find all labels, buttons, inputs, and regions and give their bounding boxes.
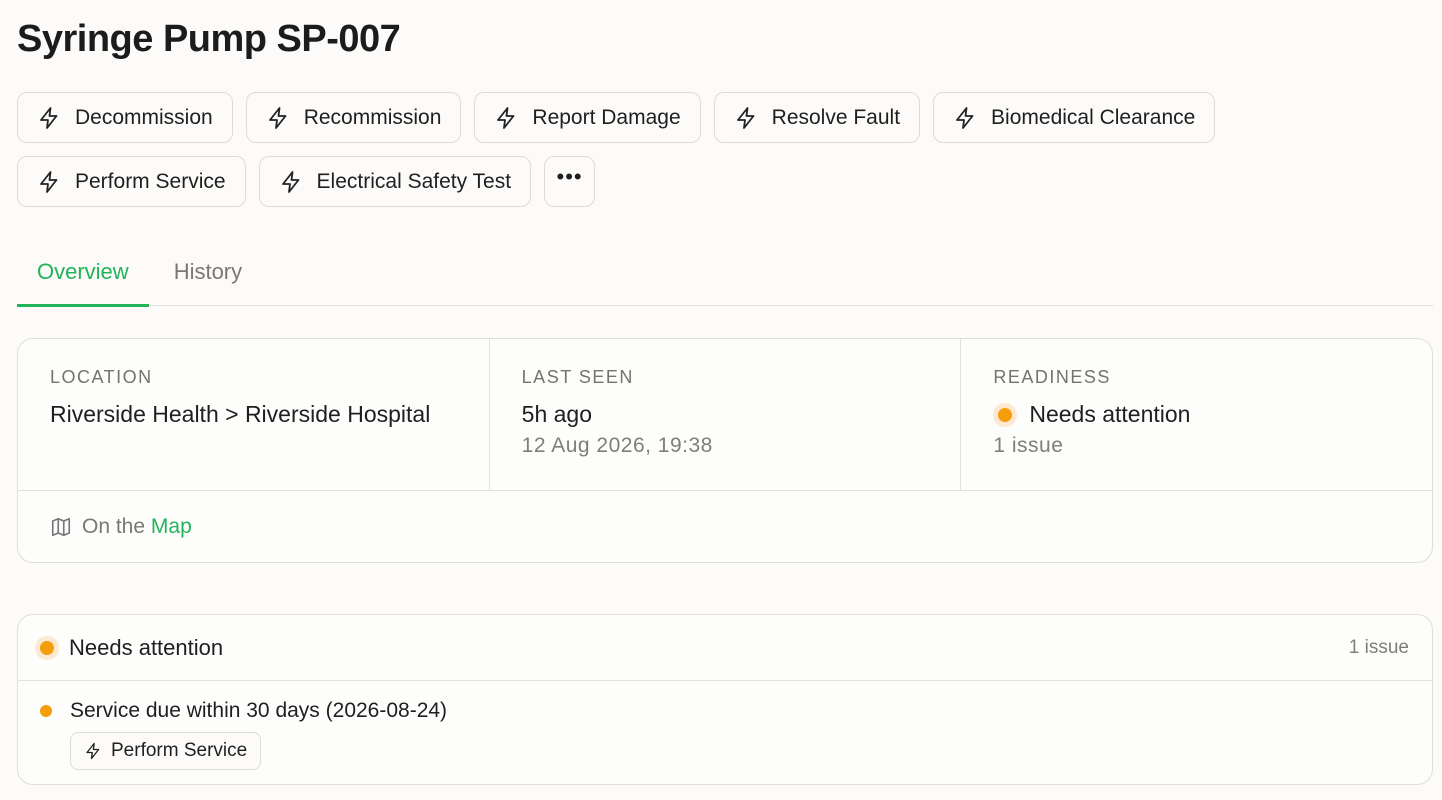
location-label: LOCATION (50, 367, 153, 387)
tab-bar: Overview History (17, 238, 1433, 307)
more-icon: ••• (556, 163, 583, 189)
lightning-icon (281, 170, 299, 193)
map-icon (51, 517, 71, 537)
more-actions-button[interactable]: ••• (544, 156, 596, 207)
issue-text: Service due within 30 days (2026-08-24) (70, 699, 448, 722)
map-row: On the Map (18, 491, 1432, 562)
biomedical-clearance-label: Biomedical Clearance (991, 105, 1196, 129)
resolve-fault-label: Resolve Fault (771, 105, 901, 129)
location-section: LOCATION Riverside Health > Riverside Ho… (18, 339, 490, 490)
decommission-button[interactable]: Decommission (17, 92, 233, 143)
resolve-fault-button[interactable]: Resolve Fault (713, 92, 921, 143)
electrical-safety-test-label: Electrical Safety Test (316, 169, 512, 193)
warning-dot-icon (40, 705, 52, 717)
map-prefix: On the Map (82, 515, 192, 539)
last-seen-label: LAST SEEN (521, 367, 634, 387)
perform-service-button[interactable]: Perform Service (17, 156, 246, 207)
issue-perform-service-button[interactable]: Perform Service (70, 732, 262, 770)
warning-status-icon (35, 635, 59, 660)
list-item: Service due within 30 days (2026-08-24) … (18, 681, 1432, 770)
warning-status-icon (993, 402, 1018, 427)
lightning-icon (40, 170, 58, 193)
last-seen-timestamp: 12 Aug 2026, 19:38 (521, 434, 713, 457)
last-seen-section: LAST SEEN 5h ago 12 Aug 2026, 19:38 (490, 339, 962, 490)
lightning-icon (956, 106, 974, 129)
readiness-section: READINESS Needs attention 1 issue (961, 339, 1432, 490)
action-row-1: Decommission Recommission Report Damage … (17, 92, 1317, 143)
issue-content: Service due within 30 days (2026-08-24) … (70, 699, 447, 770)
lightning-icon (736, 106, 755, 129)
location-value: Riverside Health > Riverside Hospital (50, 401, 431, 427)
issues-title-group: Needs attention (35, 635, 223, 661)
map-prefix-text: On the (82, 515, 151, 538)
recommission-button[interactable]: Recommission (245, 92, 462, 143)
action-bar: Decommission Recommission Report Damage … (17, 92, 1317, 220)
readiness-issue-count: 1 issue (993, 434, 1064, 457)
tab-history[interactable]: History (149, 238, 262, 306)
issues-card: Needs attention 1 issue Service due with… (17, 614, 1433, 785)
electrical-safety-test-button[interactable]: Electrical Safety Test (258, 156, 532, 207)
report-damage-button[interactable]: Report Damage (474, 92, 701, 143)
summary-columns: LOCATION Riverside Health > Riverside Ho… (18, 339, 1432, 491)
readiness-label: READINESS (993, 367, 1111, 387)
map-link[interactable]: Map (151, 515, 192, 538)
lightning-icon (497, 106, 515, 129)
report-damage-label: Report Damage (532, 105, 681, 129)
lightning-icon (268, 106, 287, 129)
decommission-label: Decommission (75, 105, 213, 129)
readiness-status: Needs attention (993, 398, 1400, 431)
last-seen-value: 5h ago (521, 401, 593, 427)
issue-action-label: Perform Service (111, 740, 248, 761)
issues-count: 1 issue (1348, 636, 1409, 658)
issues-title: Needs attention (69, 634, 224, 660)
lightning-icon (86, 742, 100, 760)
biomedical-clearance-button[interactable]: Biomedical Clearance (933, 92, 1216, 143)
readiness-value: Needs attention (1029, 401, 1191, 427)
recommission-label: Recommission (303, 105, 442, 129)
tab-overview[interactable]: Overview (17, 238, 149, 307)
action-row-2: Perform Service Electrical Safety Test •… (17, 156, 1317, 207)
page: Syringe Pump SP-007 Decommission Recommi… (0, 0, 1442, 800)
perform-service-label: Perform Service (75, 169, 226, 193)
lightning-icon (40, 106, 58, 129)
page-title: Syringe Pump SP-007 (17, 18, 401, 60)
issues-header: Needs attention 1 issue (18, 615, 1432, 681)
summary-card: LOCATION Riverside Health > Riverside Ho… (17, 338, 1433, 563)
